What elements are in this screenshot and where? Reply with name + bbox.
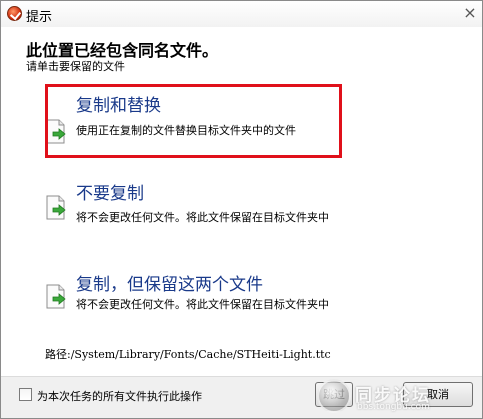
option-dont-copy[interactable]: 不要复制 将不会更改任何文件。将此文件保留在目标文件夹中 bbox=[45, 179, 345, 239]
option-description: 将不会更改任何文件。将此文件保留在目标文件夹中 bbox=[76, 211, 329, 224]
option-title: 不要复制 bbox=[76, 184, 144, 204]
apply-all-checkbox[interactable] bbox=[19, 388, 32, 401]
option-copy-keep-both[interactable]: 复制，但保留这两个文件 将不会更改任何文件。将此文件保留在目标文件夹中 bbox=[45, 270, 345, 330]
title-bar: 提示 × bbox=[1, 1, 482, 27]
option-title: 复制，但保留这两个文件 bbox=[76, 275, 263, 295]
highlight-annotation-box bbox=[45, 84, 342, 158]
document-arrow-icon bbox=[46, 195, 66, 220]
document-arrow-icon bbox=[46, 284, 66, 309]
cancel-button[interactable]: 取消 bbox=[403, 382, 473, 407]
dialog-window: 提示 × 此位置已经包含同名文件。 请单击要保留的文件 复制和替换 使用正在复制… bbox=[0, 0, 483, 419]
window-title: 提示 bbox=[26, 10, 53, 25]
app-logo-icon bbox=[7, 6, 22, 21]
apply-all-label[interactable]: 为本次任务的所有文件执行此操作 bbox=[37, 388, 202, 404]
dialog-subheading: 请单击要保留的文件 bbox=[26, 60, 125, 73]
skip-button[interactable]: 跳过 bbox=[315, 382, 353, 407]
option-description: 将不会更改任何文件。将此文件保留在目标文件夹中 bbox=[76, 298, 329, 311]
close-icon[interactable]: × bbox=[462, 4, 478, 22]
file-path: 路径:/System/Library/Fonts/Cache/STHeiti-L… bbox=[45, 348, 331, 361]
